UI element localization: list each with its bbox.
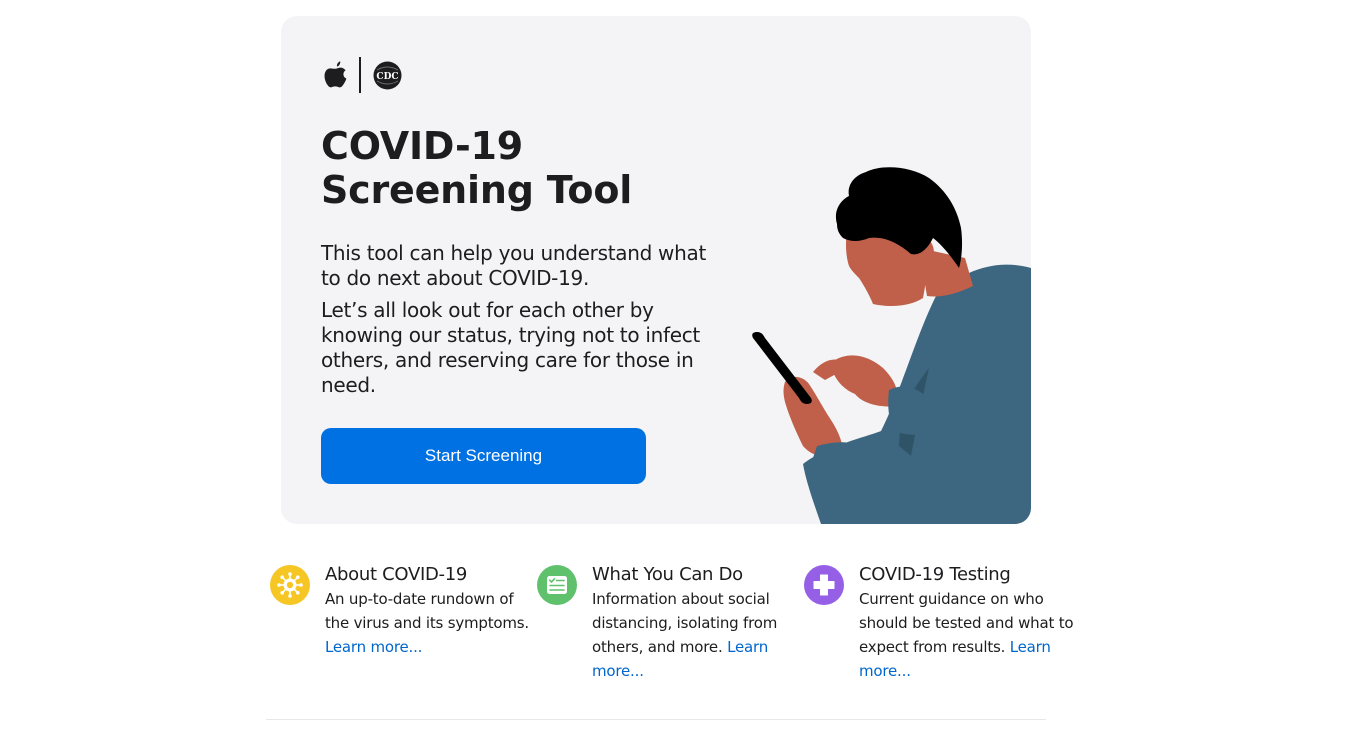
title-line-1: COVID-19: [321, 124, 524, 168]
person-with-phone-illustration: [752, 167, 1031, 524]
feature-text: An up-to-date rundown of the virus and i…: [325, 587, 540, 659]
apple-logo: [324, 61, 347, 88]
checklist-icon: [537, 565, 577, 605]
divider: [266, 719, 1046, 720]
feature-list: About COVID-19 An up-to-date rundown of …: [270, 563, 1074, 703]
feature-description: An up-to-date rundown of the virus and i…: [325, 590, 529, 632]
cdc-logo-text: CDC: [376, 72, 398, 82]
medical-cross-icon: [804, 565, 844, 605]
start-screening-button[interactable]: Start Screening: [321, 428, 646, 484]
feature-title: What You Can Do: [592, 564, 743, 585]
logo-divider: [359, 57, 361, 93]
hero-card: CDC COVID-19 Screening Tool This tool ca…: [281, 16, 1031, 524]
feature-title: About COVID-19: [325, 564, 468, 585]
hero-description-1: This tool can help you understand what t…: [321, 241, 706, 290]
learn-more-link[interactable]: Learn more...: [325, 638, 422, 656]
feature-body: About COVID-19 An up-to-date rundown of …: [325, 563, 540, 659]
page-title: COVID-19 Screening Tool: [321, 124, 632, 212]
feature-text: Current guidance on who should be tested…: [859, 587, 1074, 683]
feature-body: COVID-19 Testing Current guidance on who…: [859, 563, 1074, 683]
cdc-logo: CDC: [373, 61, 401, 89]
feature-text: Information about social distancing, iso…: [592, 587, 807, 683]
virus-icon: [270, 565, 310, 605]
title-line-2: Screening Tool: [321, 168, 633, 212]
feature-title: COVID-19 Testing: [859, 564, 1011, 585]
partner-logos: CDC: [321, 56, 402, 94]
feature-body: What You Can Do Information about social…: [592, 563, 807, 683]
hero-description-2: Let’s all look out for each other by kno…: [321, 298, 700, 397]
